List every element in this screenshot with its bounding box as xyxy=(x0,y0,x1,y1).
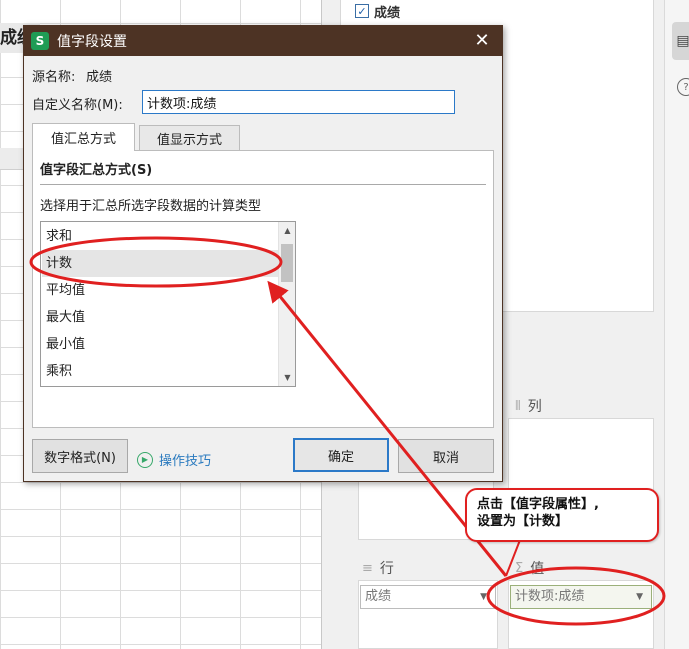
chevron-down-icon: ▼ xyxy=(480,592,487,602)
field-checkbox[interactable]: ✓ xyxy=(355,4,369,18)
tab-show-values-as-label: 值显示方式 xyxy=(156,133,222,148)
tips-link-label: 操作技巧 xyxy=(159,454,212,469)
columns-icon: ⦀ xyxy=(515,398,521,414)
cancel-button[interactable]: 取消 xyxy=(398,439,494,473)
clipboard-icon[interactable]: ▤ xyxy=(672,22,689,60)
rows-field-select-value: 成绩 xyxy=(365,589,392,604)
sigma-icon: Σ xyxy=(515,560,524,576)
close-icon[interactable]: ✕ xyxy=(472,31,492,51)
panel-divider xyxy=(40,184,486,185)
rows-drop-area[interactable]: 成绩 ▼ xyxy=(358,580,498,649)
rows-field-select[interactable]: 成绩 ▼ xyxy=(360,585,496,609)
rows-icon: ≡ xyxy=(362,560,373,576)
tab-summarize-by[interactable]: 值汇总方式 xyxy=(32,123,135,151)
list-item-count[interactable]: 计数 xyxy=(42,250,278,277)
play-circle-icon: ▶ xyxy=(137,451,153,468)
ok-button[interactable]: 确定 xyxy=(293,438,389,472)
dialog-title: 值字段设置 xyxy=(57,34,127,50)
columns-title-label: 列 xyxy=(527,399,542,415)
wps-app-icon: S xyxy=(31,32,49,50)
scroll-thumb[interactable] xyxy=(281,244,293,282)
dialog-titlebar[interactable]: S 值字段设置 ✕ xyxy=(24,26,502,56)
tab-panel: 值字段汇总方式(S) 选择用于汇总所选字段数据的计算类型 求和 计数 平均值 最… xyxy=(32,150,494,428)
rows-area-title: ≡ 行 xyxy=(362,558,394,578)
source-name-value: 成绩 xyxy=(86,70,113,85)
callout-line-2: 设置为【计数】 xyxy=(477,514,569,529)
callout-line-1: 点击【值字段属性】, xyxy=(477,497,599,512)
values-title-label: 值 xyxy=(530,561,545,577)
custom-name-label: 自定义名称(M): xyxy=(32,98,123,113)
values-field-select[interactable]: 计数项:成绩 ▼ xyxy=(510,585,652,609)
list-item-sum[interactable]: 求和 xyxy=(42,223,278,250)
field-item-score[interactable]: ✓ 成绩 xyxy=(355,1,400,21)
number-format-button[interactable]: 数字格式(N) xyxy=(32,439,128,473)
tips-link[interactable]: ▶ 操作技巧 xyxy=(137,450,211,469)
scroll-up-icon[interactable]: ▲ xyxy=(279,222,295,239)
annotation-callout: 点击【值字段属性】, 设置为【计数】 xyxy=(465,488,659,542)
chevron-down-icon: ▼ xyxy=(636,592,643,602)
tab-summarize-by-label: 值汇总方式 xyxy=(50,132,116,147)
scroll-down-icon[interactable]: ▼ xyxy=(279,369,295,386)
list-item-product[interactable]: 乘积 xyxy=(42,358,278,385)
value-field-settings-dialog: S 值字段设置 ✕ 源名称: 成绩 自定义名称(M): 值汇总方式 值显示方式 … xyxy=(23,25,503,482)
list-item-min[interactable]: 最小值 xyxy=(42,331,278,358)
values-field-select-value: 计数项:成绩 xyxy=(515,589,585,604)
panel-description: 选择用于汇总所选字段数据的计算类型 xyxy=(40,199,262,214)
list-item-average[interactable]: 平均值 xyxy=(42,277,278,304)
values-drop-area[interactable]: 计数项:成绩 ▼ xyxy=(508,580,654,649)
list-scrollbar[interactable]: ▲ ▼ xyxy=(278,222,295,386)
summary-function-list[interactable]: 求和 计数 平均值 最大值 最小值 乘积 ▲ ▼ xyxy=(40,221,296,387)
columns-area-title: ⦀ 列 xyxy=(515,396,542,416)
rows-title-label: 行 xyxy=(379,561,394,577)
panel-heading: 值字段汇总方式(S) xyxy=(40,163,153,178)
source-name-label: 源名称: xyxy=(32,70,76,85)
help-icon[interactable]: ? xyxy=(677,78,689,96)
custom-name-input[interactable] xyxy=(142,90,455,114)
tab-show-values-as[interactable]: 值显示方式 xyxy=(139,125,240,151)
values-area-title: Σ 值 xyxy=(515,558,544,578)
field-label: 成绩 xyxy=(374,5,401,21)
list-item-max[interactable]: 最大值 xyxy=(42,304,278,331)
side-toolbar: ▤ ? xyxy=(664,0,689,649)
